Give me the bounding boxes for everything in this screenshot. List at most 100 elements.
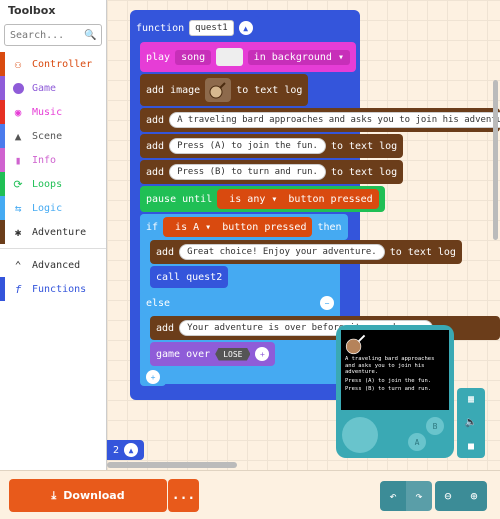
- button-dropdown[interactable]: is A ▾: [169, 220, 217, 235]
- redo-button[interactable]: ↷: [406, 481, 432, 511]
- toolbox-item-logic[interactable]: ⇆ Logic: [0, 196, 106, 220]
- game-simulator[interactable]: A traveling bard approaches and asks you…: [336, 325, 454, 458]
- block-label: then: [317, 221, 342, 233]
- block-label: add image: [146, 84, 201, 96]
- add-else-icon[interactable]: +: [146, 370, 160, 384]
- toolbox-item-loops[interactable]: ⟳ Loops: [0, 172, 106, 196]
- category-color-bar: [0, 124, 5, 148]
- block-label: game over: [156, 348, 211, 360]
- block-label: add: [156, 322, 175, 334]
- toolbox-item-info[interactable]: ▮ Info: [0, 148, 106, 172]
- toolbox-item-music[interactable]: ◉ Music: [0, 100, 106, 124]
- toolbox-item-label: Functions: [32, 283, 87, 295]
- more-options-button[interactable]: ...: [168, 479, 199, 512]
- collapse-icon[interactable]: ▲: [238, 21, 253, 35]
- call-function-block[interactable]: call quest2: [150, 266, 229, 288]
- text-field[interactable]: A traveling bard approaches and asks you…: [169, 112, 500, 128]
- toolbox-item-adventure[interactable]: ✱ Adventure: [0, 220, 106, 244]
- collapse-icon[interactable]: ▲: [124, 443, 139, 457]
- fullscreen-icon[interactable]: ▦: [468, 394, 474, 405]
- toolbox-search[interactable]: 🔍: [4, 24, 102, 46]
- simulator-controls: ▦ 🔈 ■: [457, 388, 485, 458]
- button-pressed-block[interactable]: is A ▾ button pressed: [163, 217, 313, 237]
- toolbox-item-label: Info: [32, 154, 57, 166]
- toolbox-item-functions[interactable]: f Functions: [0, 277, 106, 301]
- button-pressed-block[interactable]: is any ▾ button pressed: [217, 189, 379, 209]
- song-label: song: [175, 49, 212, 65]
- undo-button[interactable]: ↶: [380, 481, 406, 511]
- toolbox-item-game[interactable]: Game: [0, 76, 106, 100]
- block-label: to text log: [330, 166, 398, 178]
- toolbox-item-label: Adventure: [32, 226, 87, 238]
- block-label: call quest2: [156, 271, 223, 283]
- play-song-block[interactable]: play song in background ▾: [140, 42, 356, 72]
- zoom-out-button[interactable]: ⊖: [435, 481, 461, 511]
- add-text-block[interactable]: add Press (B) to turn and run. to text l…: [140, 160, 404, 184]
- block-label: add: [146, 166, 165, 178]
- loop-icon: ⟳: [13, 177, 23, 191]
- download-button[interactable]: ⤓ Download: [9, 479, 167, 512]
- search-input[interactable]: [10, 29, 84, 41]
- offscreen-block[interactable]: 2 ▲: [107, 440, 145, 460]
- add-text-block[interactable]: add A traveling bard approaches and asks…: [140, 108, 500, 132]
- compass-icon: ✱: [14, 225, 22, 239]
- toolbox-item-scene[interactable]: ▲ Scene: [0, 124, 106, 148]
- add-image-block[interactable]: add image to text log: [140, 74, 309, 106]
- function-icon: f: [14, 282, 22, 296]
- b-button[interactable]: B: [426, 417, 444, 435]
- category-color-bar: [0, 148, 5, 172]
- remove-else-icon[interactable]: −: [320, 296, 334, 310]
- add-text-block[interactable]: add Press (A) to join the fun. to text l…: [140, 134, 404, 158]
- bottom-bar: ⤓ Download ... ↶ ↷ ⊖ ⊕: [0, 470, 500, 519]
- add-text-block[interactable]: add Great choice! Enjoy your adventure. …: [150, 240, 462, 264]
- block-label: to text log: [389, 246, 456, 258]
- block-label: pause until: [146, 193, 213, 205]
- function-keyword: function: [136, 22, 185, 34]
- toolbox-item-label: Loops: [32, 178, 63, 190]
- function-header[interactable]: function quest1 ▲: [130, 16, 259, 40]
- simulator-screen[interactable]: A traveling bard approaches and asks you…: [341, 330, 449, 410]
- horizontal-scrollbar[interactable]: [107, 462, 237, 468]
- toolbox-divider: [0, 248, 106, 249]
- toolbox-item-label: Advanced: [32, 259, 81, 271]
- text-field[interactable]: Press (A) to join the fun.: [169, 138, 326, 154]
- toolbox-item-label: Scene: [32, 130, 63, 142]
- if-header[interactable]: if is A ▾ button pressed then: [140, 214, 348, 240]
- add-parameter-icon[interactable]: +: [255, 347, 270, 361]
- zoom-in-button[interactable]: ⊕: [461, 481, 487, 511]
- game-over-block[interactable]: game over LOSE +: [150, 342, 276, 366]
- block-label: play: [146, 51, 171, 63]
- gamepad-icon: ⚇: [14, 57, 22, 71]
- a-button[interactable]: A: [408, 433, 426, 451]
- song-field[interactable]: [216, 48, 243, 66]
- lute-image-icon[interactable]: [205, 78, 232, 102]
- circle-icon: [11, 81, 25, 95]
- lose-toggle[interactable]: LOSE: [215, 347, 251, 361]
- if-footer[interactable]: +: [140, 368, 166, 386]
- button-dropdown[interactable]: is any ▾: [223, 192, 283, 207]
- sound-icon[interactable]: 🔈: [465, 417, 477, 428]
- search-icon[interactable]: 🔍: [84, 30, 96, 41]
- block-label: button pressed: [288, 193, 373, 205]
- block-label: add: [146, 140, 165, 152]
- text-field[interactable]: Press (B) to turn and run.: [169, 164, 326, 180]
- dpad[interactable]: [342, 417, 378, 453]
- toolbox-item-label: Music: [32, 106, 63, 118]
- headphones-icon: ◉: [14, 105, 22, 119]
- toolbox: Toolbox 🔍 ⚇ Controller Game ◉ Music ▲ Sc…: [0, 0, 107, 470]
- category-color-bar: [0, 76, 5, 100]
- background-dropdown[interactable]: in background ▾: [247, 49, 350, 65]
- block-label: add: [146, 114, 165, 126]
- category-color-bar: [0, 220, 5, 244]
- download-label: Download: [63, 489, 125, 502]
- pause-until-block[interactable]: pause until is any ▾ button pressed: [140, 186, 385, 212]
- vertical-scrollbar[interactable]: [493, 80, 498, 240]
- tree-icon: ▲: [14, 129, 22, 143]
- text-field[interactable]: Great choice! Enjoy your adventure.: [179, 244, 385, 260]
- toolbox-item-controller[interactable]: ⚇ Controller: [0, 52, 106, 76]
- toolbox-item-label: Controller: [32, 58, 93, 70]
- stop-icon[interactable]: ■: [468, 441, 474, 452]
- else-label[interactable]: else −: [140, 292, 340, 314]
- toolbox-item-advanced[interactable]: ⌃ Advanced: [0, 253, 106, 277]
- function-name-field[interactable]: quest1: [189, 20, 234, 36]
